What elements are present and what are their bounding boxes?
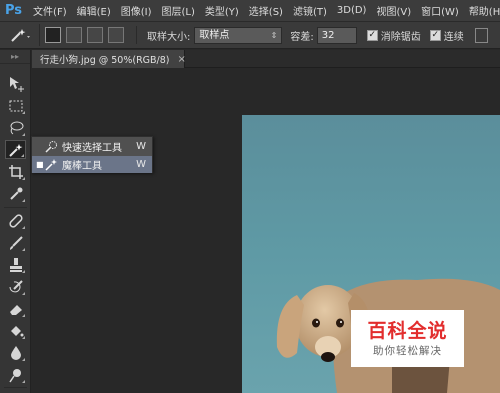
toolbox-grip[interactable]: ▸▸ [0,50,30,64]
magic-wand-icon [10,29,30,42]
menu-select[interactable]: 选择(S) [244,3,288,18]
crop-tool[interactable] [5,162,26,181]
tool-group-corner-icon [22,177,25,180]
toolbox: ▸▸ [0,50,31,393]
tool-group-corner-icon [22,292,25,295]
watermark-subtitle: 助你轻松解决 [373,344,442,357]
tool-group-corner-icon [22,358,25,361]
menu-file[interactable]: 文件(F) [28,3,72,18]
menu-filter[interactable]: 滤镜(T) [288,3,332,18]
marquee-tool[interactable] [5,96,26,115]
shortcut-key: W [136,141,146,152]
menu-bar: Ps 文件(F) 编辑(E) 图像(I) 图层(L) 类型(Y) 选择(S) 滤… [0,0,500,22]
toolbox-divider [4,207,27,208]
healing-brush-tool[interactable] [5,211,26,230]
paint-bucket-tool[interactable] [5,321,26,340]
menu-window[interactable]: 窗口(W) [416,3,464,18]
subtract-from-selection-button[interactable] [87,27,103,43]
menu-layer[interactable]: 图层(L) [157,3,200,18]
menu-3d[interactable]: 3D(D) [332,5,372,16]
options-divider [136,26,137,44]
options-bar: 取样大小: 取样点 ⇕ 容差: 32 ✓ 消除锯齿 ✓ 连续 [0,22,500,49]
close-icon[interactable]: × [178,54,186,65]
eraser-tool[interactable] [5,299,26,318]
history-brush-tool[interactable] [5,277,26,296]
eyedropper-tool[interactable] [5,184,26,203]
sample-all-layers-checkbox[interactable] [474,27,488,43]
antialias-checkbox[interactable]: ✓ 消除锯齿 [366,28,421,43]
tool-flyout-menu: 快速选择工具 W ■ 魔棒工具 W [31,136,153,173]
menu-image[interactable]: 图像(I) [116,3,157,18]
brush-tool[interactable] [5,233,26,252]
magic-wand-tool-item[interactable]: ■ 魔棒工具 W [32,156,152,173]
menu-edit[interactable]: 编辑(E) [72,3,116,18]
toolbox-divider [4,387,27,388]
tool-preset-picker[interactable] [0,24,40,46]
magic-wand-label: 魔棒工具 [62,161,102,172]
menu-view[interactable]: 视图(V) [371,3,416,18]
tolerance-input[interactable]: 32 [316,26,357,44]
tolerance-label: 容差: [290,31,314,43]
tool-group-corner-icon [22,380,25,383]
checkmark-icon: ✓ [366,29,378,41]
lasso-tool[interactable] [5,118,26,137]
intersect-selection-button[interactable] [108,27,124,43]
menu-type[interactable]: 类型(Y) [200,3,244,18]
blur-tool[interactable] [5,343,26,362]
contiguous-checkbox[interactable]: ✓ 连续 [429,28,464,43]
photoshop-logo: Ps [5,2,23,18]
move-tool[interactable] [5,74,26,93]
shortcut-key: W [136,159,146,170]
dodge-tool[interactable] [5,365,26,384]
magic-wand-tool[interactable] [5,140,26,159]
new-selection-button[interactable] [45,27,61,43]
tool-group-corner-icon [22,336,25,339]
tool-group-corner-icon [22,270,25,273]
quick-selection-icon [44,140,58,154]
updown-arrow-icon: ⇕ [270,30,278,40]
watermark-badge: 百科全说 助你轻松解决 [351,310,464,367]
selected-bullet-icon: ■ [36,160,44,169]
move-icon [9,76,24,92]
document-tab[interactable]: 行走小狗.jpg @ 50%(RGB/8) × [32,50,186,68]
tool-group-corner-icon [22,314,25,317]
contiguous-label: 连续 [443,31,464,43]
clone-stamp-tool[interactable] [5,255,26,274]
add-to-selection-button[interactable] [66,27,82,43]
document-tab-bar: 行走小狗.jpg @ 50%(RGB/8) × [32,50,500,68]
watermark-title: 百科全说 [367,319,448,342]
menu-help[interactable]: 帮助(H) [464,3,500,18]
tool-group-corner-icon [22,248,25,251]
checkmark-icon: ✓ [429,29,441,41]
quick-selection-tool-item[interactable]: 快速选择工具 W [32,138,152,155]
document-tab-title: 行走小狗.jpg @ 50%(RGB/8) [40,55,170,66]
quick-selection-label: 快速选择工具 [62,143,122,154]
tool-group-corner-icon [22,226,25,229]
antialias-label: 消除锯齿 [380,31,421,43]
sample-size-select[interactable]: 取样点 ⇕ [194,26,283,44]
tool-group-corner-icon [22,199,25,202]
tool-group-corner-icon [21,154,24,157]
sample-size-label: 取样大小: [147,31,191,43]
sample-size-value: 取样点 [199,29,230,41]
tool-group-corner-icon [22,133,25,136]
tool-group-corner-icon [22,111,25,114]
magic-wand-icon [44,158,58,172]
